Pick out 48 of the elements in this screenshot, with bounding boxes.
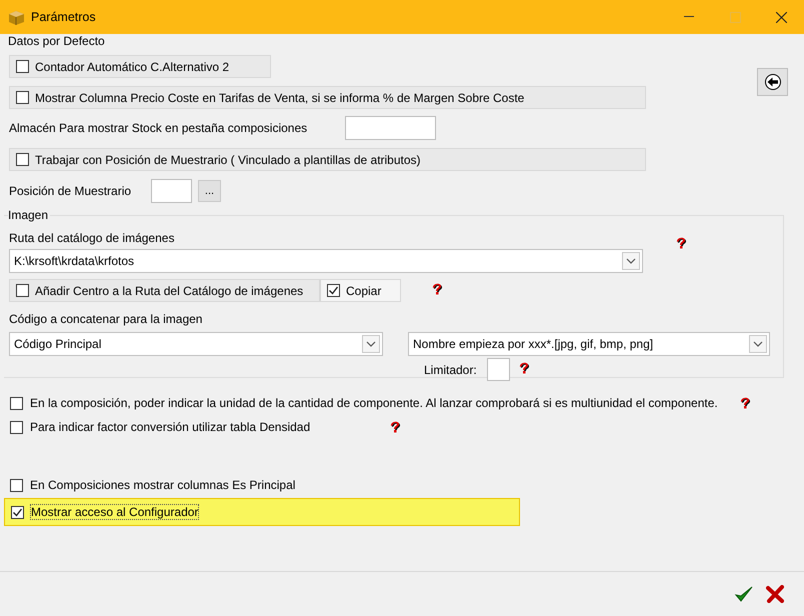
chevron-down-icon: [626, 258, 636, 264]
checkbox[interactable]: [11, 506, 24, 518]
checkbox-label[interactable]: Copiar: [346, 284, 382, 298]
group-label: Datos por Defecto: [8, 34, 106, 48]
field-label: Ruta del catálogo de imágenes: [9, 230, 174, 244]
checkbox-label[interactable]: Trabajar con Posición de Muestrario ( Vinculado a plantillas de atributos): [35, 152, 421, 166]
checkbox[interactable]: [10, 420, 23, 434]
input-field[interactable]: [487, 358, 510, 381]
checkbox-label[interactable]: Contador Automático C.Alternativo 2: [35, 60, 230, 74]
checkbox-label[interactable]: Mostrar acceso al Configurador: [31, 505, 198, 519]
box-icon: [8, 10, 25, 24]
close-icon: [776, 12, 786, 22]
input-field[interactable]: [345, 116, 436, 140]
checkbox-label[interactable]: Para indicar factor conversión utilizar tabla Densidad: [30, 420, 310, 434]
dropdown-button[interactable]: [362, 335, 380, 353]
cancel-button[interactable]: [766, 585, 784, 603]
checkbox[interactable]: [327, 284, 340, 297]
chevron-down-icon: [753, 341, 763, 347]
checkbox[interactable]: [10, 478, 23, 492]
checkbox[interactable]: [16, 153, 29, 166]
window-title: Parámetros: [31, 10, 97, 24]
path-dropdown[interactable]: K:\krsoft\krdata\krfotos: [9, 249, 643, 273]
dropdown-value: K:\krsoft\krdata\krfotos: [14, 254, 134, 268]
name-dropdown[interactable]: Nombre empieza por xxx*.[jpg, gif, bmp, png]: [408, 332, 770, 356]
checkbox-label[interactable]: Mostrar Columna Precio Coste en Tarifas de Venta, si se informa % de Margen Sobre Coste: [35, 90, 524, 104]
checkbox[interactable]: [16, 91, 29, 104]
lookup-button[interactable]: ...: [198, 180, 221, 202]
input-field[interactable]: [151, 179, 192, 203]
dropdown-button[interactable]: [622, 252, 640, 270]
checkbox[interactable]: [10, 396, 23, 410]
checkbox-label[interactable]: En Composiciones mostrar columnas Es Principal: [30, 478, 296, 492]
field-label: Posición de Muestrario: [9, 184, 132, 198]
field-label: Código a concatenar para la imagen: [9, 312, 204, 326]
minimize-icon: [684, 16, 694, 18]
code-dropdown[interactable]: Código Principal: [9, 332, 383, 356]
field-label: Limitador:: [424, 362, 478, 376]
checkbox[interactable]: [16, 284, 29, 297]
checkbox-label[interactable]: En la composición, poder indicar la unidad de la cantidad de componente. Al lanzar comprobará si es multiunidad el componente.: [30, 396, 718, 410]
checkbox[interactable]: [16, 60, 29, 73]
group-label: Imagen: [8, 208, 50, 222]
dropdown-value: Nombre empieza por xxx*.[jpg, gif, bmp, png]: [413, 337, 654, 351]
dropdown-button[interactable]: [749, 335, 767, 353]
dropdown-value: Código Principal: [14, 337, 102, 351]
chevron-down-icon: [366, 341, 376, 347]
ok-button[interactable]: [734, 584, 754, 604]
checkbox-label[interactable]: Añadir Centro a la Ruta del Catálogo de imágenes: [35, 284, 304, 298]
back-button[interactable]: [757, 68, 788, 96]
field-label: Almacén Para mostrar Stock en pestaña composiciones: [9, 121, 308, 135]
